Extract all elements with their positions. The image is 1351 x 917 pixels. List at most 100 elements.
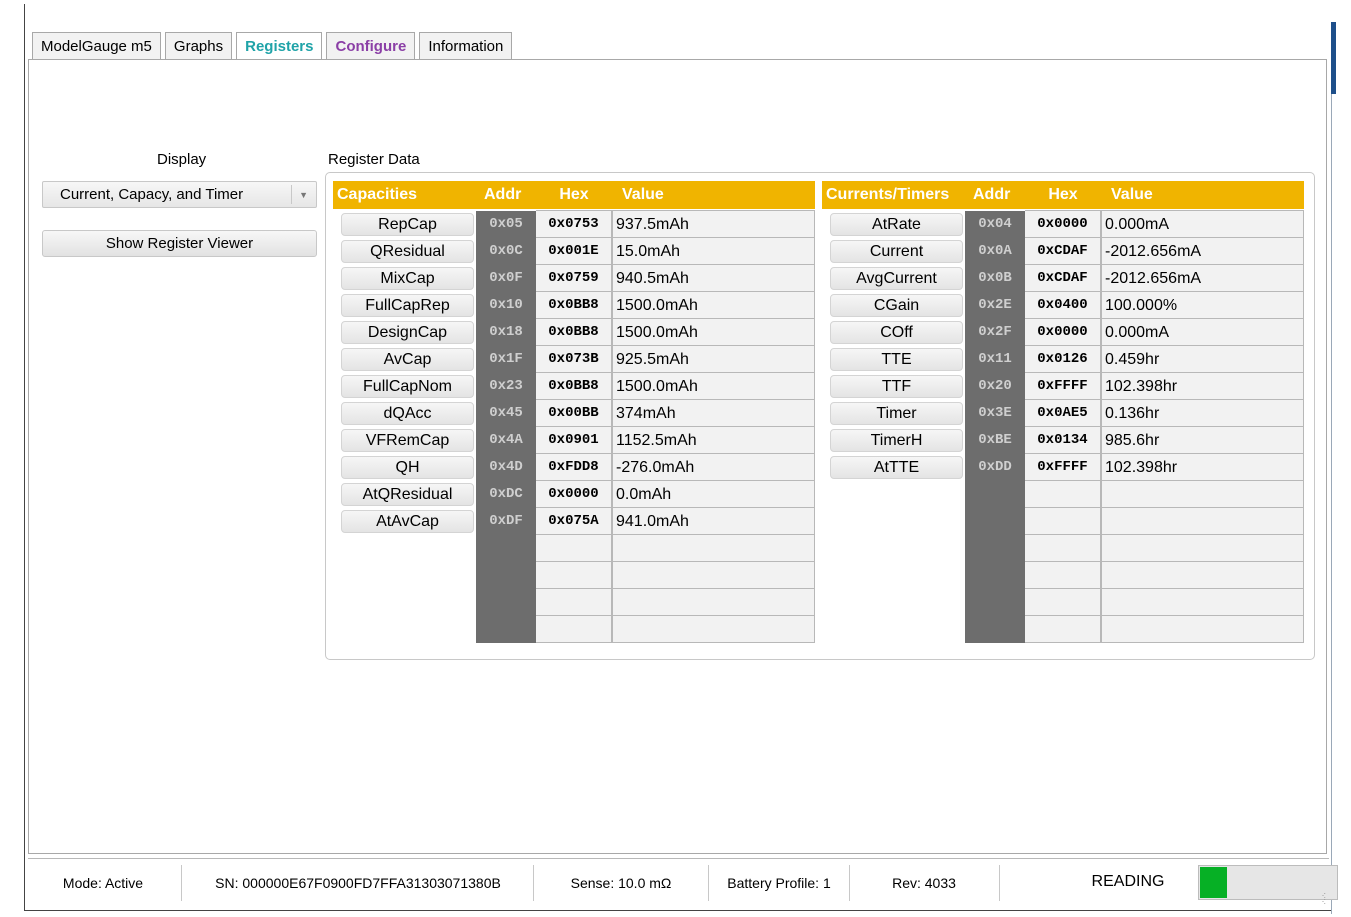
register-name-button[interactable]: RepCap bbox=[341, 213, 474, 236]
register-name-button[interactable]: TTF bbox=[830, 375, 963, 398]
register-address: 0x2F bbox=[965, 319, 1025, 346]
tab-modelgauge[interactable]: ModelGauge m5 bbox=[32, 32, 161, 59]
display-select[interactable]: Current, Capacy, and Timer ▼ bbox=[42, 181, 317, 208]
table-row: TTE 0x11 0x0126 0.459hr bbox=[822, 346, 1304, 373]
register-address: 0x0A bbox=[965, 238, 1025, 265]
capacities-table: Capacities Addr Hex Value RepCap 0x05 0x0753 93… bbox=[333, 181, 815, 643]
register-value: 1500.0mAh bbox=[612, 319, 815, 346]
register-value bbox=[1101, 589, 1304, 616]
register-name-button[interactable]: QResidual bbox=[341, 240, 474, 263]
register-address: 0x0C bbox=[476, 238, 536, 265]
register-address: 0x3E bbox=[965, 400, 1025, 427]
register-address bbox=[965, 562, 1025, 589]
register-name-button[interactable]: AvgCurrent bbox=[830, 267, 963, 290]
register-value bbox=[612, 535, 815, 562]
register-name-button[interactable]: FullCapRep bbox=[341, 294, 474, 317]
column-header: Currents/Timers bbox=[826, 186, 950, 203]
register-value: 0.0mAh bbox=[612, 481, 815, 508]
table-row: AvgCurrent 0x0B 0xCDAF -2012.656mA bbox=[822, 265, 1304, 292]
register-address: 0x45 bbox=[476, 400, 536, 427]
register-hex-value: 0x0000 bbox=[536, 481, 612, 508]
status-bar: Mode: Active SN: 000000E67F0900FD7FFA313… bbox=[28, 858, 1338, 908]
register-name-button[interactable]: Timer bbox=[830, 402, 963, 425]
table-row: AtAvCap 0xDF 0x075A 941.0mAh bbox=[333, 508, 815, 535]
register-address bbox=[965, 589, 1025, 616]
register-address: 0x11 bbox=[965, 346, 1025, 373]
register-value bbox=[1101, 535, 1304, 562]
status-serial-number: SN: 000000E67F0900FD7FFA31303071380B bbox=[215, 875, 501, 891]
table-row: RepCap 0x05 0x0753 937.5mAh bbox=[333, 211, 815, 238]
register-address: 0x4A bbox=[476, 427, 536, 454]
display-select-value: Current, Capacy, and Timer bbox=[60, 186, 244, 203]
register-value: 0.000mA bbox=[1101, 211, 1304, 238]
register-value bbox=[1101, 562, 1304, 589]
register-hex-value: 0x00BB bbox=[536, 400, 612, 427]
register-address bbox=[965, 481, 1025, 508]
register-name-button[interactable]: VFRemCap bbox=[341, 429, 474, 452]
register-address: 0xBE bbox=[965, 427, 1025, 454]
register-value bbox=[1101, 616, 1304, 643]
register-name-button[interactable]: AtAvCap bbox=[341, 510, 474, 533]
register-name-button[interactable]: Current bbox=[830, 240, 963, 263]
tab-configure[interactable]: Configure bbox=[326, 32, 416, 59]
register-address: 0x1F bbox=[476, 346, 536, 373]
register-name-button[interactable]: DesignCap bbox=[341, 321, 474, 344]
tab-information[interactable]: Information bbox=[419, 32, 513, 59]
table-row bbox=[822, 589, 1304, 616]
register-hex-value bbox=[536, 535, 612, 562]
column-header: Hex bbox=[1048, 186, 1078, 203]
register-name-button[interactable]: AvCap bbox=[341, 348, 474, 371]
register-value: 102.398hr bbox=[1101, 373, 1304, 400]
register-hex-value bbox=[536, 616, 612, 643]
register-name-button[interactable]: TTE bbox=[830, 348, 963, 371]
register-value: 102.398hr bbox=[1101, 454, 1304, 481]
register-hex-value: 0x0000 bbox=[1025, 319, 1101, 346]
register-name-button[interactable]: dQAcc bbox=[341, 402, 474, 425]
table-row: DesignCap 0x18 0x0BB8 1500.0mAh bbox=[333, 319, 815, 346]
status-rev: Rev: 4033 bbox=[892, 875, 956, 891]
table-row: Timer 0x3E 0x0AE5 0.136hr bbox=[822, 400, 1304, 427]
dropdown-arrow-icon: ▼ bbox=[299, 190, 308, 200]
column-header: Hex bbox=[559, 186, 589, 203]
register-hex-value: 0x0000 bbox=[1025, 211, 1101, 238]
status-battery-profile: Battery Profile: 1 bbox=[727, 875, 831, 891]
register-name-button[interactable]: AtRate bbox=[830, 213, 963, 236]
register-hex-value: 0xFFFF bbox=[1025, 373, 1101, 400]
table-row: AtQResidual 0xDC 0x0000 0.0mAh bbox=[333, 481, 815, 508]
register-value: 100.000% bbox=[1101, 292, 1304, 319]
register-name-button[interactable]: AtTTE bbox=[830, 456, 963, 479]
register-hex-value: 0xFDD8 bbox=[536, 454, 612, 481]
table-row: QResidual 0x0C 0x001E 15.0mAh bbox=[333, 238, 815, 265]
register-name-button[interactable]: QH bbox=[341, 456, 474, 479]
background-window-edge bbox=[1331, 22, 1336, 94]
table-row: TimerH 0xBE 0x0134 985.6hr bbox=[822, 427, 1304, 454]
table-row bbox=[333, 589, 815, 616]
table-row: CGain 0x2E 0x0400 100.000% bbox=[822, 292, 1304, 319]
register-address: 0x10 bbox=[476, 292, 536, 319]
register-name-button[interactable]: TimerH bbox=[830, 429, 963, 452]
register-address: 0x0B bbox=[965, 265, 1025, 292]
register-name-button[interactable]: AtQResidual bbox=[341, 483, 474, 506]
register-hex-value: 0x0BB8 bbox=[536, 292, 612, 319]
table-row bbox=[822, 481, 1304, 508]
tab-graphs[interactable]: Graphs bbox=[164, 32, 233, 59]
register-name-button[interactable]: MixCap bbox=[341, 267, 474, 290]
status-reading: READING bbox=[1091, 873, 1165, 890]
table-row: AtRate 0x04 0x0000 0.000mA bbox=[822, 211, 1304, 238]
table-row bbox=[333, 562, 815, 589]
register-name-button[interactable]: COff bbox=[830, 321, 963, 344]
register-hex-value bbox=[1025, 481, 1101, 508]
register-name-button[interactable]: FullCapNom bbox=[341, 375, 474, 398]
display-label: Display bbox=[157, 151, 207, 168]
show-register-viewer-button[interactable]: Show Register Viewer bbox=[42, 230, 317, 257]
resize-grip-icon[interactable]: ·: ·: bbox=[1322, 891, 1326, 906]
register-address bbox=[965, 508, 1025, 535]
register-value: 940.5mAh bbox=[612, 265, 815, 292]
tab-registers[interactable]: Registers bbox=[236, 32, 323, 61]
register-hex-value: 0x073B bbox=[536, 346, 612, 373]
table-row: AvCap 0x1F 0x073B 925.5mAh bbox=[333, 346, 815, 373]
register-name-button[interactable]: CGain bbox=[830, 294, 963, 317]
register-hex-value: 0x0126 bbox=[1025, 346, 1101, 373]
reading-progress-bar bbox=[1198, 865, 1338, 900]
register-value: -2012.656mA bbox=[1101, 265, 1304, 292]
